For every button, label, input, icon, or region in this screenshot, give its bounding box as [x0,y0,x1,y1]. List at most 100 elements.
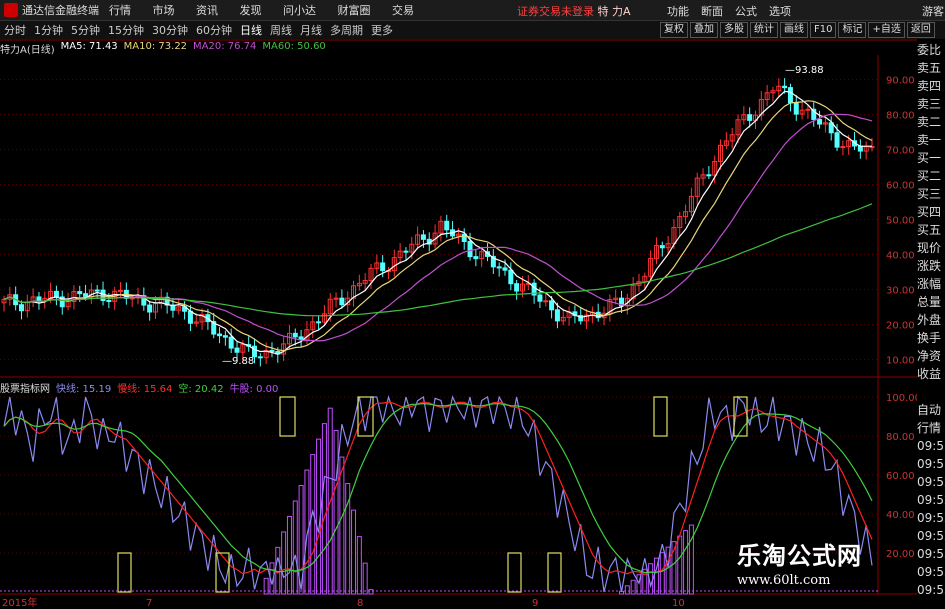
sidebar-item-27[interactable]: 09:52 [917,527,945,545]
sidebar-item-4[interactable]: 卖二 [917,113,945,131]
candle-body-44 [257,356,263,359]
candle-body-93 [543,300,549,303]
candle-body-144 [840,146,846,149]
candle-body-76 [444,220,450,231]
watermark-line2: www.60lt.com [737,573,831,588]
candle-body-72 [420,234,426,240]
sidebar-item-5[interactable]: 卖一 [917,131,945,149]
x-axis-label-4: 10 [672,598,685,609]
sidebar-item-25[interactable]: 09:52 [917,491,945,509]
sidebar-item-30[interactable]: 09:53 [917,581,945,599]
sidebar-item-19[interactable] [917,383,945,401]
main-axis-label-3: 60.00 [886,181,915,192]
candle-body-32 [187,310,193,324]
signal-box-4 [507,552,522,593]
sub-axis-label-3: 40.00 [886,510,915,521]
main-axis-label-6: 30.00 [886,286,915,297]
bull-bar-49 [286,515,292,595]
sidebar-item-6[interactable]: 买一 [917,149,945,167]
sidebar-item-9[interactable]: 买四 [917,203,945,221]
main-axis-label-5: 40.00 [886,251,915,262]
sidebar-item-29[interactable]: 09:53 [917,563,945,581]
candle-body-128 [747,114,753,121]
candle-body-65 [380,262,386,272]
sidebar-item-15[interactable]: 外盘 [917,311,945,329]
candle-body-54 [316,321,322,324]
candle-body-46 [269,349,275,352]
candle-body-40 [234,347,240,353]
sidebar-item-11[interactable]: 现价 [917,239,945,257]
main-axis-label-8: 10.00 [886,356,915,367]
chart-canvas[interactable]: 90.00 80.00 70.00 60.00 50.00 40.00 30.00 20.00… [0,0,945,609]
sidebar-item-23[interactable]: 09:51 [917,455,945,473]
sidebar-item-18[interactable]: 收益 [917,365,945,383]
candle-body-39 [228,336,234,349]
candle-body-50 [292,332,298,338]
candle-body-94 [549,300,555,311]
sidebar-item-12[interactable]: 涨跌 [917,257,945,275]
sidebar-item-14[interactable]: 总量 [917,293,945,311]
candle-body-16 [94,289,100,292]
signal-box-5 [547,552,562,593]
candle-body-85 [496,266,502,269]
candle-body-13 [77,291,83,295]
main-axis-label-7: 20.00 [886,321,915,332]
main-axis-label-1: 80.00 [886,111,915,122]
x-axis-label-3: 9 [532,598,538,609]
candle-body-134 [782,85,788,89]
bull-value: 牛股: 0.00 [229,384,279,395]
sub-axis-label-0: 100.00 [886,393,921,404]
signal-box-2 [279,396,296,437]
sub-axis-label-2: 60.00 [886,471,915,482]
candle-body-138 [805,108,811,111]
bull-bar-62 [362,562,368,595]
sidebar-item-17[interactable]: 净资 [917,347,945,365]
bull-bar-113 [659,552,665,595]
sidebar-item-10[interactable]: 买五 [917,221,945,239]
x-axis-label-1: 7 [146,598,152,609]
candle-body-25 [147,304,153,313]
candle-body-121 [706,174,712,177]
sidebar-item-16[interactable]: 换手 [917,329,945,347]
candle-body-149 [869,146,875,149]
sidebar-item-3[interactable]: 卖三 [917,95,945,113]
sidebar-item-24[interactable]: 09:52 [917,473,945,491]
sidebar-item-21[interactable]: 行情 [917,419,945,437]
sidebar-item-20[interactable]: 自动 [917,401,945,419]
bull-bar-45 [263,577,269,595]
sub-legend-title: 股票指标网 [0,384,50,395]
candle-body-6 [36,296,42,302]
candle-body-69 [403,250,409,253]
sidebar-item-26[interactable]: 09:52 [917,509,945,527]
sub-legend: 股票指标网 快线: 15.19 慢线: 15.64 空: 20.42 牛股: 0… [0,380,279,395]
sidebar-item-13[interactable]: 涨幅 [917,275,945,293]
candle-body-135 [787,87,793,104]
sidebar-item-28[interactable]: 09:53 [917,545,945,563]
bull-bar-50 [292,500,298,595]
bull-bar-108 [630,579,636,595]
bull-bar-58 [339,456,345,595]
candle-body-58 [339,297,345,306]
bull-bar-57 [333,430,339,595]
slow-line-value: 慢线: 15.64 [117,384,173,395]
sidebar-item-1[interactable]: 卖五 [917,59,945,77]
candle-body-88 [514,283,520,292]
empty-value: 空: 20.42 [178,384,224,395]
sidebar-item-0[interactable]: 委比 [917,41,945,59]
sidebar-item-7[interactable]: 买二 [917,167,945,185]
candle-body-95 [554,309,560,322]
candle-body-20 [118,289,124,292]
watermark: 乐淘公式网 www.60lt.com [737,536,907,596]
bull-bar-61 [356,536,362,595]
sidebar-item-22[interactable]: 09:51 [917,437,945,455]
main-axis-label-2: 70.00 [886,146,915,157]
candle-body-80 [467,241,473,258]
candle-body-38 [222,335,228,338]
candle-body-143 [834,132,840,148]
main-axis-label-4: 50.00 [886,216,915,227]
sub-axis-label-1: 80.00 [886,432,915,443]
sidebar-item-8[interactable]: 买三 [917,185,945,203]
main-axis-label-0: 90.00 [886,76,915,87]
sidebar-item-2[interactable]: 卖四 [917,77,945,95]
candle-body-3 [18,304,24,312]
